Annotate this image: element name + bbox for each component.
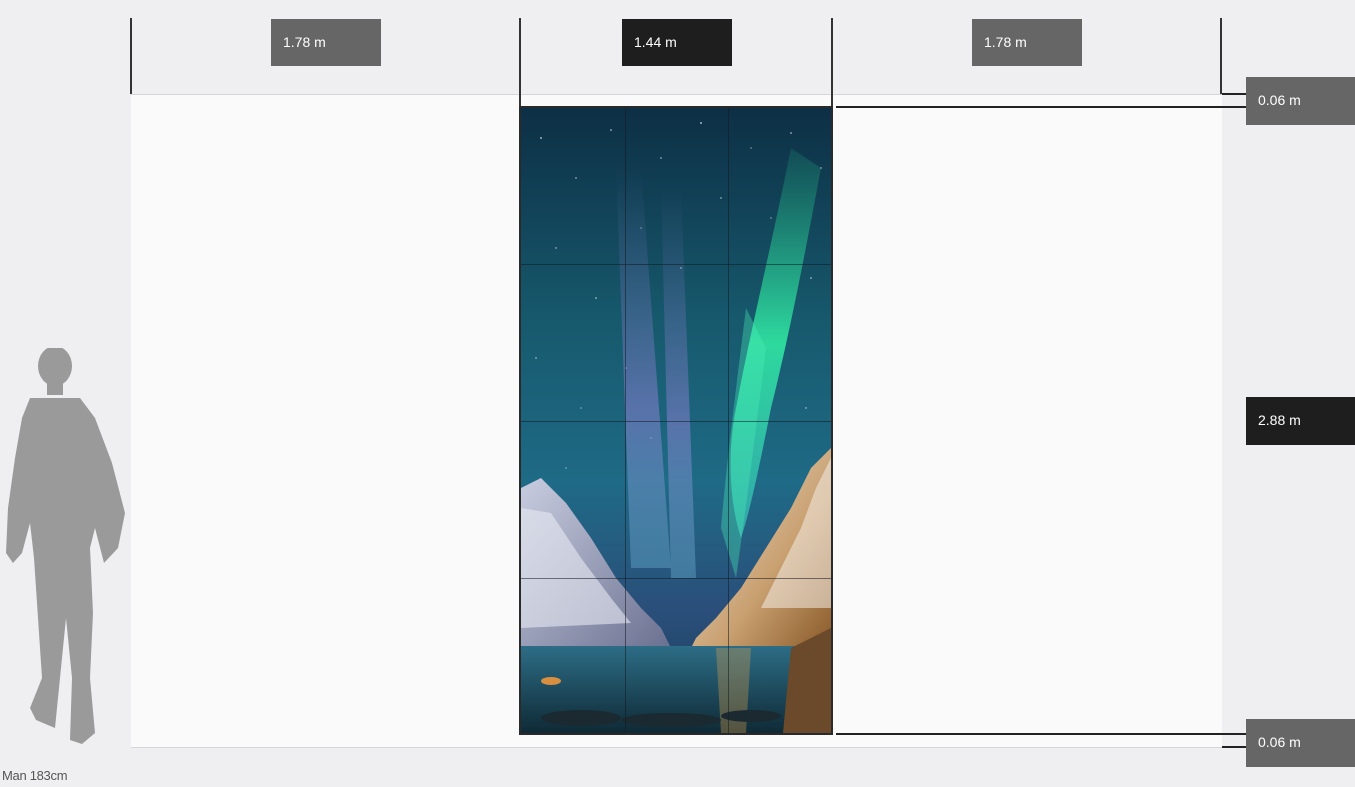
- man-caption: Man 183cm: [2, 768, 68, 783]
- bezel-bottom-label: 0.06 m: [1246, 719, 1355, 767]
- top-bezel-line: [836, 106, 1246, 108]
- tile-seam-h2: [521, 421, 831, 422]
- bezel-top-label: 0.06 m: [1246, 77, 1355, 125]
- tile-seam-h1: [521, 264, 831, 265]
- man-silhouette-icon: [6, 348, 125, 744]
- dimension-tick-center-left: [519, 18, 521, 108]
- dimension-tick-center-right: [831, 18, 833, 108]
- height-label: 2.88 m: [1246, 397, 1355, 445]
- tile-seam-h3: [521, 578, 831, 579]
- bottom-bezel-line: [836, 733, 1246, 735]
- dimension-tick-left: [130, 18, 132, 94]
- wall-bottom-line: [1222, 746, 1246, 748]
- dimension-tick-right: [1220, 18, 1222, 94]
- width-right-label: 1.78 m: [972, 19, 1082, 66]
- video-wall-screen: [519, 106, 833, 735]
- width-left-label: 1.78 m: [271, 19, 381, 66]
- wall-top-line: [1222, 93, 1246, 95]
- width-center-label: 1.44 m: [622, 19, 732, 66]
